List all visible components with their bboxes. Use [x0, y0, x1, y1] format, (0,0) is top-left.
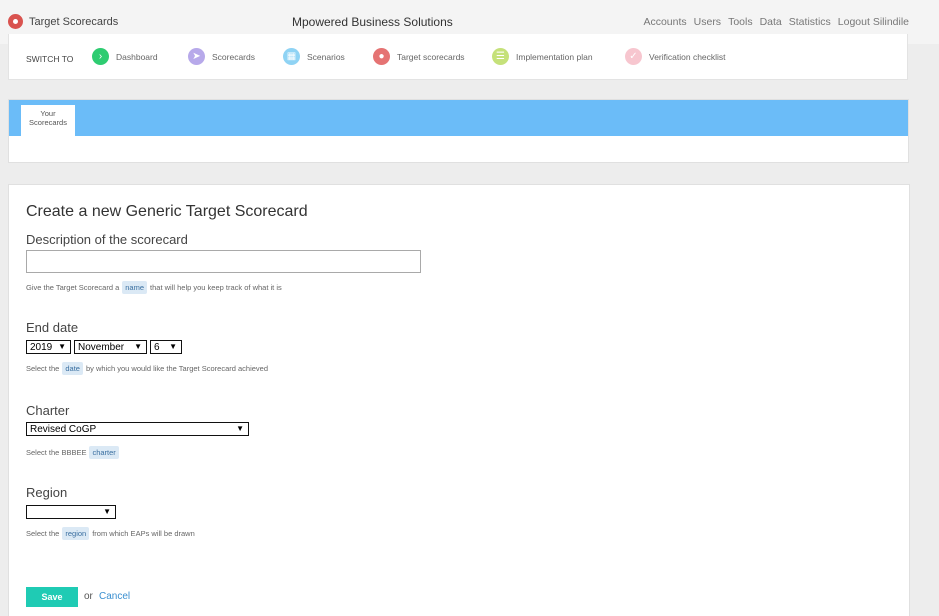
description-hint: Give the Target Scorecard a name that wi…: [26, 281, 282, 294]
send-icon: ➤: [188, 48, 205, 65]
end-date-label: End date: [26, 320, 79, 335]
hint-text: Give the Target Scorecard a: [26, 283, 120, 292]
hint-text: Select the: [26, 529, 60, 538]
switch-scenarios-label: Scenarios: [307, 51, 345, 62]
month-select[interactable]: November ▼: [74, 340, 147, 354]
scorecards-tab-panel: Your Scorecards: [8, 99, 909, 163]
hint-text: Select the BBBEE: [26, 448, 87, 457]
app-title: Mpowered Business Solutions: [292, 15, 453, 29]
hint-text: by which you would like the Target Score…: [85, 364, 269, 373]
year-select[interactable]: 2019 ▼: [26, 340, 71, 354]
switch-scorecards-label: Scorecards: [212, 51, 255, 62]
nav-accounts[interactable]: Accounts: [643, 16, 686, 28]
switch-scenarios[interactable]: ▦ Scenarios: [283, 48, 345, 65]
brand[interactable]: Target Scorecards: [8, 14, 118, 29]
dropdown-arrow-icon: ▼: [103, 507, 111, 516]
charter-value: Revised CoGP: [30, 423, 97, 435]
switch-target-scorecards-label: Target scorecards: [397, 51, 465, 62]
charter-hint: Select the BBBEE charter: [26, 446, 122, 459]
list-icon: ☰: [492, 48, 509, 65]
hint-text: that will help you keep track of what it…: [150, 283, 282, 292]
nav-statistics[interactable]: Statistics: [789, 16, 831, 28]
switch-target-scorecards[interactable]: ● Target scorecards: [373, 48, 465, 65]
day-value: 6: [154, 341, 160, 353]
switch-dashboard-label: Dashboard: [116, 51, 158, 62]
pin-icon: ●: [373, 48, 390, 65]
create-scorecard-form: Create a new Generic Target Scorecard De…: [8, 184, 910, 616]
hint-text: Select the: [26, 364, 60, 373]
end-date-hint: Select the date by which you would like …: [26, 362, 268, 375]
dropdown-arrow-icon: ▼: [236, 424, 244, 433]
dropdown-arrow-icon: ▼: [169, 342, 177, 351]
year-value: 2019: [30, 341, 53, 353]
dropdown-arrow-icon: ▼: [134, 342, 142, 351]
description-label: Description of the scorecard: [26, 232, 188, 247]
pin-icon: [8, 14, 23, 29]
switch-to-label: SWITCH TO: [26, 54, 74, 64]
top-nav: Accounts Users Tools Data Statistics Log…: [643, 16, 909, 28]
save-button[interactable]: Save: [26, 587, 78, 607]
or-text: or: [84, 591, 93, 602]
day-select[interactable]: 6 ▼: [150, 340, 182, 354]
switch-bar: SWITCH TO › Dashboard ➤ Scorecards ▦ Sce…: [8, 34, 908, 80]
cancel-link[interactable]: Cancel: [99, 591, 130, 602]
region-hint: Select the region from which EAPs will b…: [26, 527, 195, 540]
dropdown-arrow-icon: ▼: [58, 342, 66, 351]
switch-implementation-plan[interactable]: ☰ Implementation plan: [492, 48, 593, 65]
nav-tools[interactable]: Tools: [728, 16, 753, 28]
tab-strip: Your Scorecards: [9, 100, 908, 136]
switch-dashboard[interactable]: › Dashboard: [92, 48, 158, 65]
switch-verification-checklist[interactable]: ✓ Verification checklist: [625, 48, 726, 65]
hint-keyword: region: [62, 527, 90, 540]
charter-label: Charter: [26, 403, 70, 418]
map-icon: ▦: [283, 48, 300, 65]
nav-logout[interactable]: Logout Silindile: [838, 16, 909, 28]
region-label: Region: [26, 485, 68, 500]
hint-keyword: name: [122, 281, 148, 294]
description-input[interactable]: [26, 250, 421, 273]
check-icon: ✓: [625, 48, 642, 65]
form-title: Create a new Generic Target Scorecard: [26, 203, 308, 220]
region-select[interactable]: ▼: [26, 505, 116, 519]
hint-keyword: date: [62, 362, 83, 375]
hint-keyword: charter: [89, 446, 119, 459]
chevron-right-icon: ›: [92, 48, 109, 65]
month-value: November: [78, 341, 125, 353]
nav-users[interactable]: Users: [694, 16, 721, 28]
nav-data[interactable]: Data: [760, 16, 782, 28]
hint-text: from which EAPs will be drawn: [92, 529, 195, 538]
brand-name: Target Scorecards: [29, 15, 119, 28]
switch-verification-checklist-label: Verification checklist: [649, 51, 726, 62]
tab-your-scorecards[interactable]: Your Scorecards: [21, 105, 75, 136]
charter-select[interactable]: Revised CoGP ▼: [26, 422, 249, 436]
switch-scorecards[interactable]: ➤ Scorecards: [188, 48, 255, 65]
switch-implementation-plan-label: Implementation plan: [516, 51, 593, 62]
